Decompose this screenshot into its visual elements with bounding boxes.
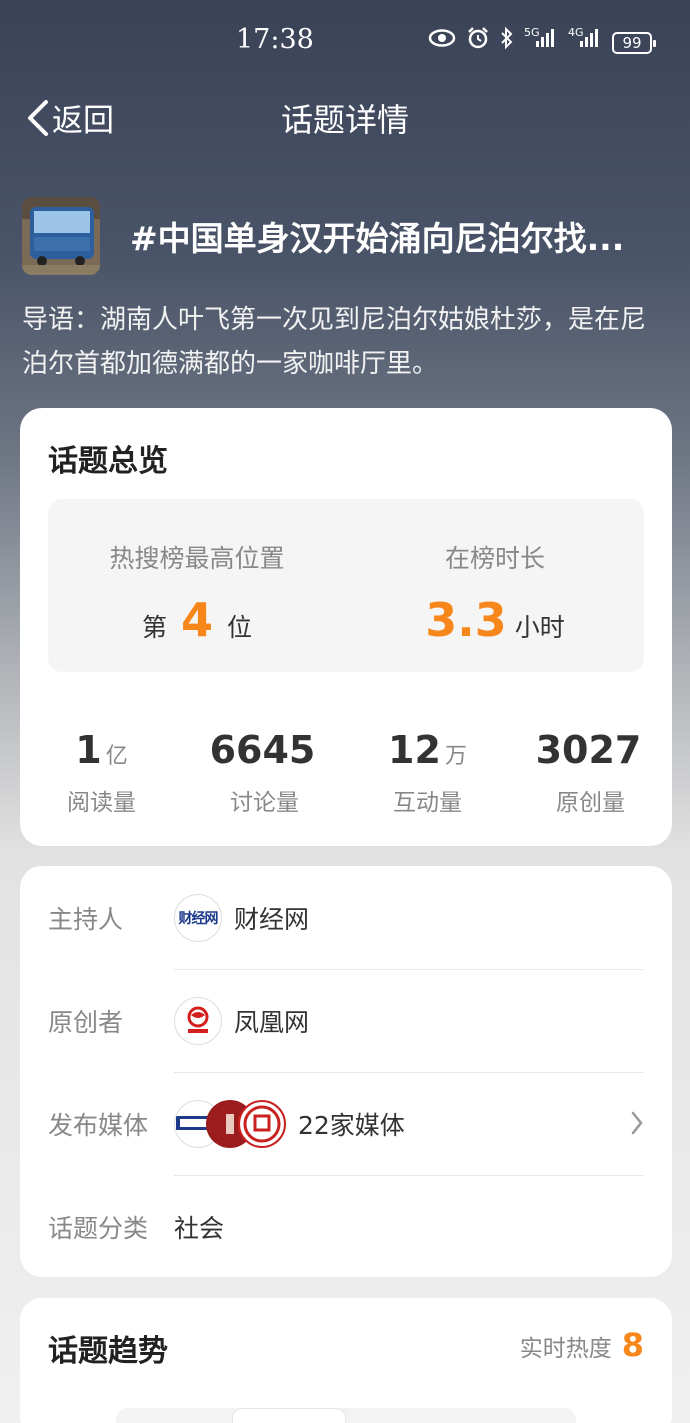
trend-card: 话题趋势 实时热度 8	[20, 1298, 672, 1423]
media-label: 发布媒体	[48, 1110, 149, 1140]
category-label: 话题分类	[48, 1213, 149, 1243]
network-5g-label: 5G	[524, 26, 540, 39]
creator-row[interactable]: 原创者 凤凰网	[48, 969, 644, 1072]
media-value: 22家媒体	[174, 1099, 405, 1148]
category-row: 话题分类 社会	[48, 1175, 644, 1278]
bluetooth-icon	[500, 26, 514, 59]
status-bar: 17:38 5G 4G 99	[0, 0, 690, 80]
media-row[interactable]: 发布媒体 22家媒体	[48, 1072, 644, 1175]
creator-label: 原创者	[48, 1007, 124, 1037]
stat-discuss-label: 讨论量	[230, 790, 299, 816]
stat-original: 3027 原创量	[509, 728, 672, 817]
rank-duration: 在榜时长 3.3 小时	[346, 499, 644, 672]
duration-label: 在榜时长	[444, 544, 545, 573]
realtime-heat: 实时热度 8	[520, 1326, 644, 1364]
stats-row: 1亿 阅读量 6645 讨论量 12 万 互动量 3027 原创量	[20, 728, 672, 817]
stat-interact-value: 12	[388, 728, 441, 772]
heat-label: 实时热度	[519, 1336, 612, 1362]
rank-prefix: 第	[141, 613, 167, 642]
nav-bar: 返回 话题详情	[0, 85, 690, 145]
network-4g-label: 4G	[568, 26, 584, 39]
category-value: 社会	[174, 1213, 225, 1243]
stat-original-label: 原创量	[556, 790, 625, 816]
stat-read-value: 1	[75, 728, 102, 772]
duration-unit: 小时	[514, 613, 565, 642]
rank-box: 热搜榜最高位置 第 4 位 在榜时长 3.3 小时	[48, 499, 644, 672]
stat-read-label: 阅读量	[67, 790, 136, 816]
rank-label: 热搜榜最高位置	[109, 544, 285, 573]
stat-interact-unit: 万	[444, 744, 467, 769]
eye-icon	[428, 28, 456, 57]
creator-name: 凤凰网	[234, 1007, 310, 1037]
stat-read-unit: 亿	[105, 744, 128, 769]
caijing-logo-icon: 财经网	[174, 893, 222, 942]
creator-value: 凤凰网	[174, 996, 310, 1045]
media-logo-jian-icon	[238, 1099, 286, 1148]
status-icons: 5G 4G 99	[428, 26, 656, 59]
host-value: 财经网 财经网	[174, 893, 310, 942]
battery-icon: 99	[612, 31, 656, 54]
trend-title: 话题趋势	[48, 1334, 168, 1369]
topic-title: #中国单身汉开始涌向尼泊尔找...	[130, 219, 625, 258]
chevron-right-icon	[631, 1111, 643, 1135]
stat-original-value: 3027	[535, 728, 642, 772]
topic-thumbnail	[22, 197, 100, 275]
page-title: 话题详情	[280, 101, 409, 139]
stat-interact: 12 万 互动量	[346, 728, 509, 817]
stat-discuss: 6645 讨论量	[183, 728, 346, 817]
rank-position: 热搜榜最高位置 第 4 位	[48, 499, 346, 672]
signal-5g-icon: 5G	[524, 26, 558, 58]
topic-intro: 导语：湖南人叶飞第一次见到尼泊尔姑娘杜莎，是在尼泊尔首都加德满都的一家咖啡厅里。	[22, 305, 647, 379]
overview-card: 话题总览 热搜榜最高位置 第 4 位 在榜时长 3.3 小时 1亿 阅读量 66…	[20, 408, 672, 846]
signal-4g-icon: 4G	[568, 26, 602, 58]
trend-tabs[interactable]	[116, 1408, 576, 1423]
status-time: 17:38	[236, 24, 314, 55]
heat-value: 8	[621, 1326, 644, 1364]
info-card: 主持人 财经网 财经网 原创者 凤凰网 发布媒体 22家媒体 话题分类 社会	[20, 866, 672, 1277]
host-row[interactable]: 主持人 财经网 财经网	[48, 866, 644, 969]
stat-interact-label: 互动量	[393, 790, 462, 816]
host-label: 主持人	[48, 904, 124, 934]
caijing-logo-text: 财经网	[178, 910, 219, 927]
trend-tab-active[interactable]	[232, 1408, 346, 1423]
host-name: 财经网	[234, 904, 310, 934]
overview-title: 话题总览	[48, 444, 168, 479]
rank-value: 4	[180, 593, 213, 647]
rank-suffix: 位	[227, 613, 253, 642]
duration-value: 3.3	[425, 593, 507, 647]
media-count: 22家媒体	[298, 1110, 405, 1140]
stat-read: 1亿 阅读量	[20, 728, 183, 817]
fenghuang-logo-icon	[174, 996, 222, 1045]
topic-header: #中国单身汉开始涌向尼泊尔找...	[22, 196, 672, 276]
rank-value-row: 第 4 位	[48, 593, 346, 647]
media-logos	[174, 1099, 286, 1148]
stat-discuss-value: 6645	[209, 728, 316, 772]
duration-value-row: 3.3 小时	[346, 593, 644, 647]
alarm-icon	[466, 26, 490, 59]
